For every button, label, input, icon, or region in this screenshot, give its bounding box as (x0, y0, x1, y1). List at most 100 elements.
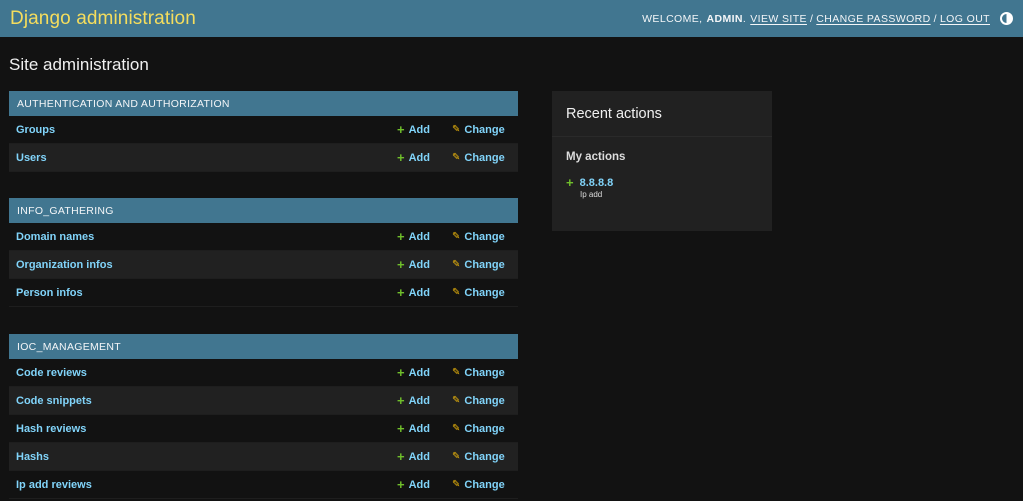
model-row: Hash reviews + Add ✎ Change (9, 415, 518, 443)
plus-icon: + (566, 175, 574, 190)
add-label: Add (408, 450, 430, 463)
module-auth: AUTHENTICATION AND AUTHORIZATION Groups + A… (9, 91, 518, 172)
pencil-icon: ✎ (452, 152, 461, 163)
module-caption[interactable]: IOC_MANAGEMENT (9, 334, 518, 359)
recent-actions-title: Recent actions (552, 91, 772, 137)
model-link[interactable]: Hash reviews (9, 423, 397, 435)
recent-action-item: + 8.8.8.8 (552, 163, 772, 189)
separator: / (809, 12, 814, 25)
change-link[interactable]: ✎ Change (452, 124, 518, 136)
pencil-icon: ✎ (452, 287, 461, 298)
change-label: Change (464, 123, 505, 136)
change-password-link[interactable]: CHANGE PASSWORD (816, 13, 930, 25)
model-link[interactable]: Code reviews (9, 367, 397, 379)
change-label: Change (464, 478, 505, 491)
add-label: Add (408, 394, 430, 407)
model-row: Domain names + Add ✎ Change (9, 223, 518, 251)
change-link[interactable]: ✎ Change (452, 231, 518, 243)
module-info-gathering: INFO_GATHERING Domain names + Add ✎ Change Org… (9, 198, 518, 307)
change-link[interactable]: ✎ Change (452, 152, 518, 164)
add-link[interactable]: + Add (397, 123, 452, 136)
pencil-icon: ✎ (452, 124, 461, 135)
pencil-icon: ✎ (452, 451, 461, 462)
pencil-icon: ✎ (452, 479, 461, 490)
change-link[interactable]: ✎ Change (452, 259, 518, 271)
change-link[interactable]: ✎ Change (452, 287, 518, 299)
plus-icon: + (397, 229, 405, 244)
pencil-icon: ✎ (452, 259, 461, 270)
my-actions-heading: My actions (566, 151, 626, 163)
pencil-icon: ✎ (452, 367, 461, 378)
module-ioc-management: IOC_MANAGEMENT Code reviews + Add ✎ Change Cod… (9, 334, 518, 499)
pencil-icon: ✎ (452, 395, 461, 406)
plus-icon: + (397, 421, 405, 436)
add-link[interactable]: + Add (397, 286, 452, 299)
add-label: Add (408, 286, 430, 299)
log-out-link[interactable]: LOG OUT (940, 13, 990, 25)
change-link[interactable]: ✎ Change (452, 423, 518, 435)
change-label: Change (464, 450, 505, 463)
add-link[interactable]: + Add (397, 478, 452, 491)
page-title: Site administration (9, 55, 149, 74)
model-link[interactable]: Groups (9, 124, 397, 136)
recent-action-link[interactable]: 8.8.8.8 (580, 177, 614, 189)
model-row: Hashs + Add ✎ Change (9, 443, 518, 471)
model-row: Code reviews + Add ✎ Change (9, 359, 518, 387)
model-link[interactable]: Domain names (9, 231, 397, 243)
plus-icon: + (397, 257, 405, 272)
pencil-icon: ✎ (452, 231, 461, 242)
add-label: Add (408, 258, 430, 271)
model-row: Code snippets + Add ✎ Change (9, 387, 518, 415)
module-caption[interactable]: AUTHENTICATION AND AUTHORIZATION (9, 91, 518, 116)
view-site-link[interactable]: VIEW SITE (750, 13, 807, 25)
model-link[interactable]: Organization infos (9, 259, 397, 271)
add-label: Add (408, 366, 430, 379)
recent-action-type: Ip add (580, 190, 603, 199)
add-link[interactable]: + Add (397, 422, 452, 435)
change-label: Change (464, 394, 505, 407)
add-label: Add (408, 478, 430, 491)
add-label: Add (408, 123, 430, 136)
pencil-icon: ✎ (452, 423, 461, 434)
site-header: Django administration WELCOME, ADMIN. VI… (0, 0, 1023, 37)
model-row: Ip add reviews + Add ✎ Change (9, 471, 518, 499)
model-link[interactable]: Code snippets (9, 395, 397, 407)
model-row: Users + Add ✎ Change (9, 144, 518, 172)
change-link[interactable]: ✎ Change (452, 395, 518, 407)
site-branding[interactable]: Django administration (10, 8, 196, 30)
add-label: Add (408, 151, 430, 164)
change-label: Change (464, 422, 505, 435)
plus-icon: + (397, 365, 405, 380)
model-link[interactable]: Hashs (9, 451, 397, 463)
change-link[interactable]: ✎ Change (452, 367, 518, 379)
username: ADMIN (706, 12, 743, 25)
change-link[interactable]: ✎ Change (452, 451, 518, 463)
theme-toggle-icon[interactable] (1000, 12, 1013, 25)
module-caption[interactable]: INFO_GATHERING (9, 198, 518, 223)
change-link[interactable]: ✎ Change (452, 479, 518, 491)
change-label: Change (464, 258, 505, 271)
add-link[interactable]: + Add (397, 230, 452, 243)
welcome-text: WELCOME, (642, 12, 703, 25)
add-link[interactable]: + Add (397, 366, 452, 379)
model-link[interactable]: Users (9, 152, 397, 164)
recent-actions-panel: Recent actions My actions + 8.8.8.8 Ip a… (552, 91, 772, 231)
plus-icon: + (397, 393, 405, 408)
user-tools: WELCOME, ADMIN. VIEW SITE / CHANGE PASSW… (642, 12, 1013, 25)
model-link[interactable]: Ip add reviews (9, 479, 397, 491)
plus-icon: + (397, 122, 405, 137)
separator: / (933, 12, 937, 25)
add-label: Add (408, 422, 430, 435)
plus-icon: + (397, 449, 405, 464)
add-link[interactable]: + Add (397, 450, 452, 463)
model-row: Organization infos + Add ✎ Change (9, 251, 518, 279)
plus-icon: + (397, 285, 405, 300)
add-link[interactable]: + Add (397, 394, 452, 407)
change-label: Change (464, 151, 505, 164)
add-link[interactable]: + Add (397, 258, 452, 271)
model-link[interactable]: Person infos (9, 287, 397, 299)
add-link[interactable]: + Add (397, 151, 452, 164)
username-dot: . (742, 12, 747, 25)
change-label: Change (464, 230, 505, 243)
change-label: Change (464, 366, 505, 379)
